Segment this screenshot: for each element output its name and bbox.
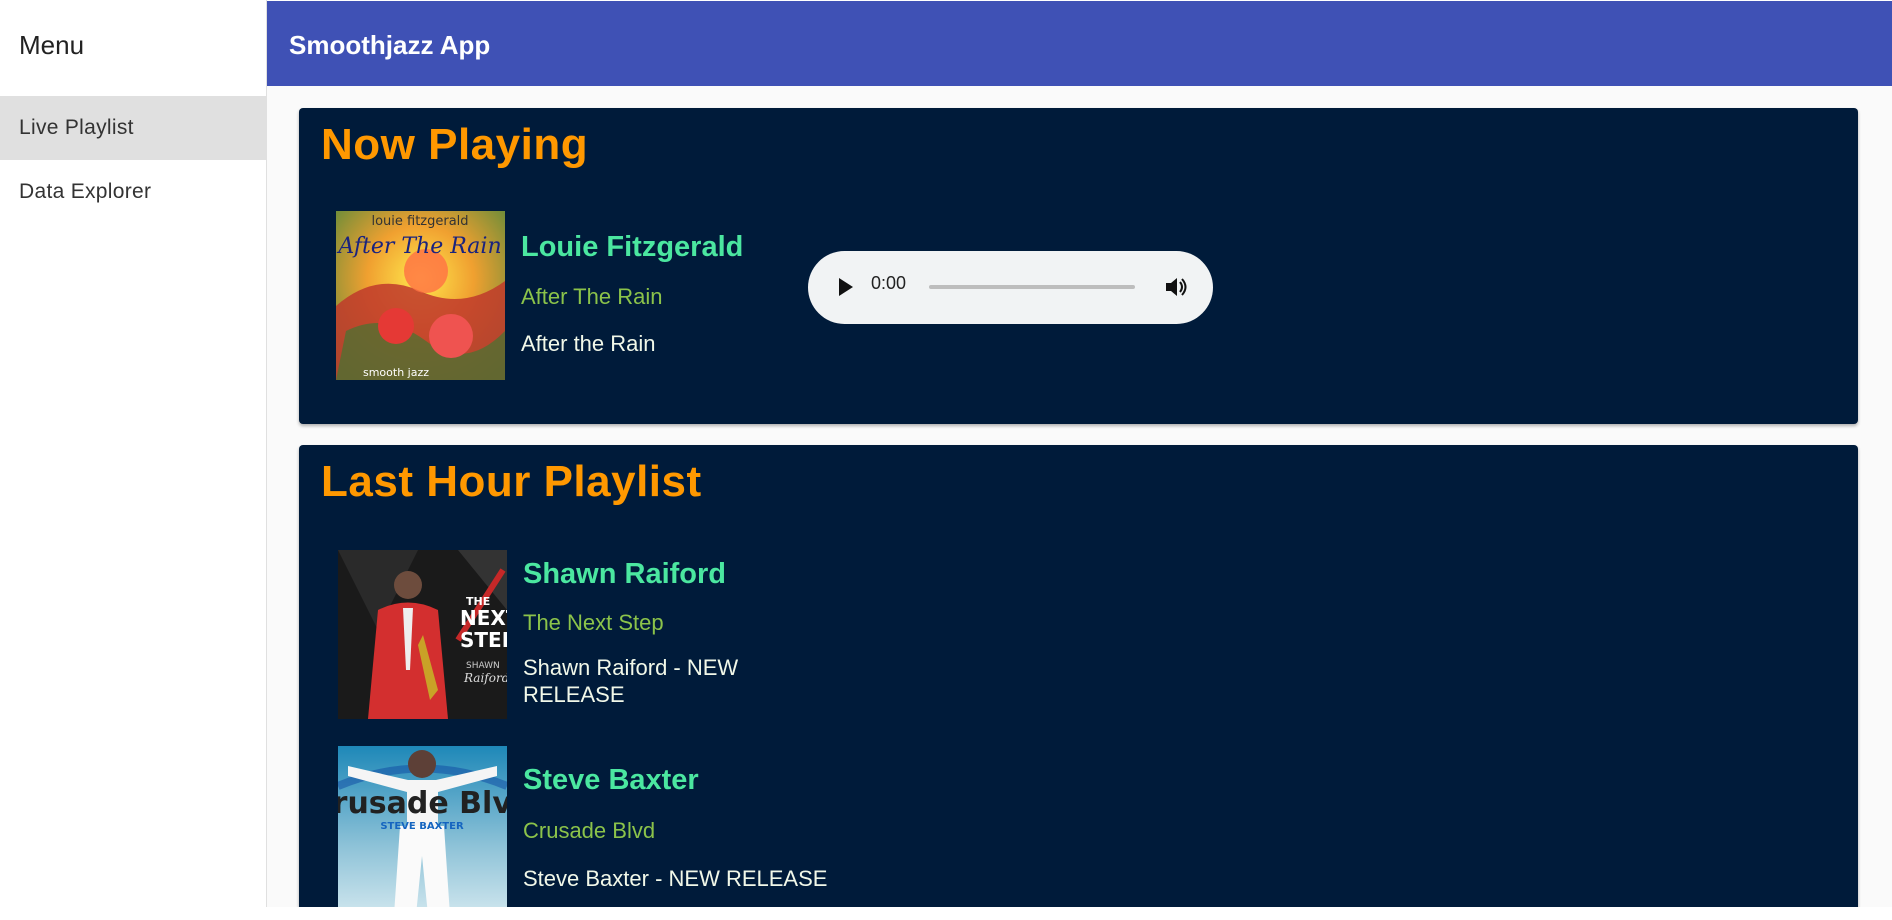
svg-text:After The Rain: After The Rain [336,234,501,259]
now-playing-song: After the Rain [521,331,656,356]
last-hour-playlist-card: Last Hour Playlist THE NEXT STEP SHAWN [299,445,1858,907]
audio-time: 0:00 [871,273,907,293]
volume-icon[interactable] [1164,275,1190,299]
audio-player[interactable]: 0:00 [808,251,1213,324]
svg-text:smooth jazz: smooth jazz [363,366,429,379]
last-hour-heading: Last Hour Playlist [321,457,702,506]
sidebar-item-data-explorer[interactable]: Data Explorer [0,160,266,224]
svg-text:louie fitzgerald: louie fitzgerald [371,214,468,229]
app-bar: Smoothjazz App [267,1,1892,86]
svg-text:Crusade Blvd: Crusade Blvd [338,786,507,821]
album-cover-the-next-step: THE NEXT STEP SHAWN Raiford [338,550,507,719]
now-playing-card: Now Playing louie fitzgerald After The R… [299,108,1858,424]
track-artist: Shawn Raiford [523,558,727,590]
sidebar-item-live-playlist[interactable]: Live Playlist [0,96,266,160]
track-song: Shawn Raiford - NEW RELEASE [523,655,739,707]
album-cover-crusade-blvd: Crusade Blvd STEVE BAXTER [338,746,507,907]
svg-text:STEP: STEP [460,628,507,652]
audio-progress-bar[interactable] [929,285,1135,289]
svg-text:SHAWN: SHAWN [466,661,500,671]
sidebar-title: Menu [19,30,85,60]
app-title: Smoothjazz App [289,30,491,60]
track-artist: Steve Baxter [523,764,699,796]
main-content: Now Playing louie fitzgerald After The R… [267,86,1892,907]
now-playing-heading: Now Playing [321,120,589,169]
sidebar: Menu Live Playlist Data Explorer [0,0,267,907]
track-song: Steve Baxter - NEW RELEASE [523,866,828,891]
album-cover-after-the-rain: louie fitzgerald After The Rain smooth j… [336,211,505,380]
track-album: The Next Step [523,610,664,635]
now-playing-artist: Louie Fitzgerald [521,231,744,263]
play-icon[interactable] [836,276,856,298]
svg-text:NEXT: NEXT [460,606,507,630]
now-playing-album: After The Rain [521,284,663,309]
track-album: Crusade Blvd [523,818,656,843]
svg-text:STEVE BAXTER: STEVE BAXTER [380,821,464,832]
svg-text:Raiford: Raiford [463,671,507,685]
